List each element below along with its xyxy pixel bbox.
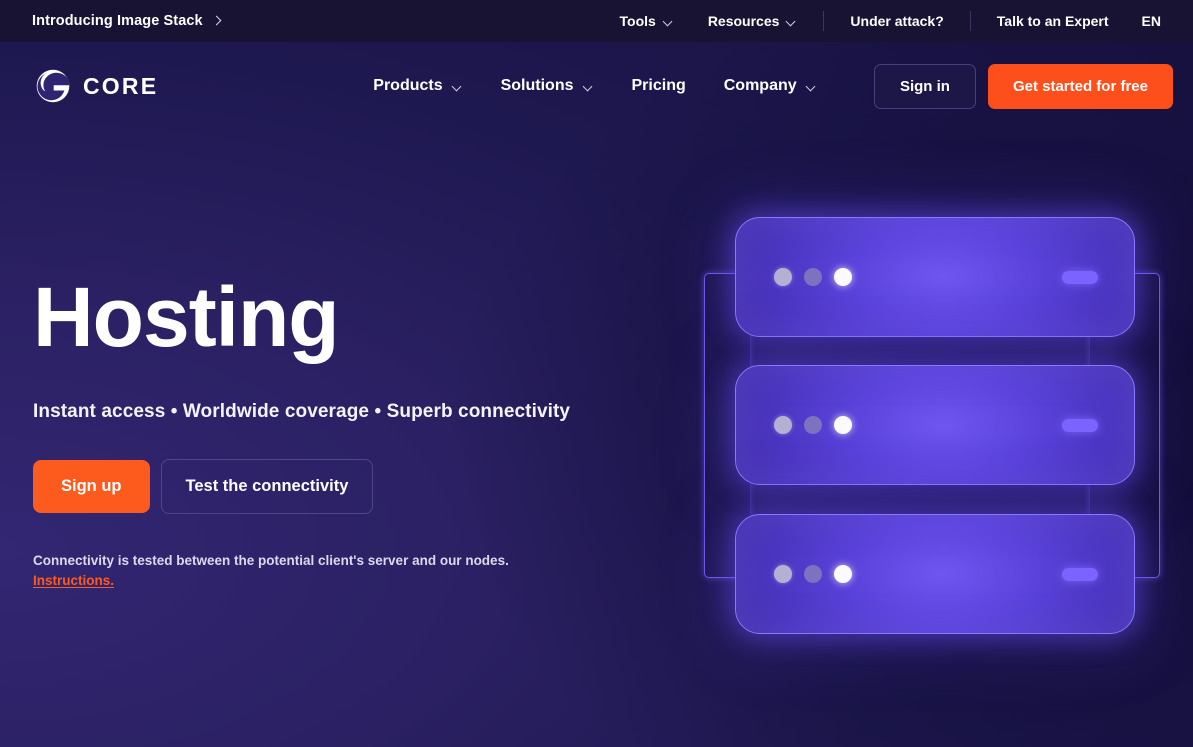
status-dot-dim-icon: [804, 416, 822, 434]
topbar-item-tools-label: Tools: [619, 13, 656, 29]
instructions-link[interactable]: Instructions.: [33, 571, 114, 591]
top-utility-nav: Tools Resources Under attack? Talk to an…: [603, 11, 1165, 31]
primary-nav: Products Solutions Pricing Company: [354, 77, 835, 95]
topbar-item-talk-to-expert-label: Talk to an Expert: [996, 13, 1109, 29]
nav-item-solutions[interactable]: Solutions: [482, 77, 613, 95]
main-header: CORE Products Solutions Pricing Company …: [0, 42, 1193, 130]
chevron-right-icon: [212, 17, 221, 26]
status-dot-dim-icon: [804, 268, 822, 286]
promo-banner-label: Introducing Image Stack: [32, 13, 203, 29]
server-indicator-pill: [1062, 418, 1098, 432]
server-indicator-pill: [1062, 270, 1098, 284]
hero-note: Connectivity is tested between the poten…: [33, 551, 653, 591]
brand-name: CORE: [83, 72, 159, 99]
server-indicator-pill: [1062, 567, 1098, 581]
status-dot-active-icon: [834, 416, 852, 434]
chevron-down-icon: [583, 83, 594, 90]
nav-item-company-label: Company: [723, 77, 797, 94]
chevron-down-icon: [452, 83, 463, 90]
status-dot-idle-icon: [774, 268, 792, 286]
nav-item-company[interactable]: Company: [705, 77, 836, 95]
sign-up-button[interactable]: Sign up: [33, 460, 150, 513]
status-dot-group: [774, 565, 852, 583]
server-node-card: [735, 365, 1135, 485]
nav-item-solutions-label: Solutions: [500, 77, 574, 94]
chevron-down-icon: [806, 83, 817, 90]
top-utility-bar: Introducing Image Stack Tools Resources …: [0, 0, 1193, 42]
chevron-down-icon: [663, 18, 674, 25]
hero-subtitle: Instant access • Worldwide coverage • Su…: [33, 401, 571, 422]
test-connectivity-button[interactable]: Test the connectivity: [160, 459, 374, 514]
hero-note-text: Connectivity is tested between the poten…: [33, 553, 509, 568]
topbar-item-resources[interactable]: Resources: [691, 13, 815, 29]
promo-banner-link[interactable]: Introducing Image Stack: [32, 13, 221, 29]
server-node-card: [735, 217, 1135, 337]
nav-item-pricing-label: Pricing: [631, 77, 686, 94]
hosting-landing-page: Introducing Image Stack Tools Resources …: [0, 0, 1193, 747]
status-dot-group: [774, 268, 852, 286]
nav-item-products[interactable]: Products: [354, 77, 481, 95]
server-node-card: [735, 514, 1135, 634]
topbar-item-under-attack-label: Under attack?: [850, 13, 944, 29]
server-rack-illustration: [690, 195, 1190, 655]
gcore-g-logo-icon: [36, 69, 70, 103]
header-actions: Sign in Get started for free: [873, 63, 1173, 109]
status-dot-group: [774, 416, 852, 434]
hero-button-group: Sign up Test the connectivity: [33, 459, 653, 514]
get-started-button[interactable]: Get started for free: [987, 63, 1173, 109]
status-dot-idle-icon: [774, 565, 792, 583]
brand-logo[interactable]: CORE: [36, 69, 158, 103]
nav-item-pricing[interactable]: Pricing: [613, 77, 705, 95]
page-title: Hosting: [33, 270, 340, 364]
divider: [969, 11, 971, 31]
status-dot-idle-icon: [774, 416, 792, 434]
nav-item-products-label: Products: [373, 77, 443, 94]
status-dot-dim-icon: [804, 565, 822, 583]
chevron-down-icon: [786, 18, 797, 25]
topbar-item-under-attack[interactable]: Under attack?: [833, 13, 960, 29]
status-dot-active-icon: [834, 565, 852, 583]
topbar-item-tools[interactable]: Tools: [603, 13, 691, 29]
divider: [823, 11, 825, 31]
topbar-item-talk-to-expert[interactable]: Talk to an Expert: [980, 13, 1126, 29]
topbar-item-resources-label: Resources: [707, 13, 780, 29]
sign-in-button[interactable]: Sign in: [873, 63, 976, 109]
language-selector[interactable]: EN: [1126, 13, 1165, 29]
status-dot-active-icon: [834, 268, 852, 286]
hero-section: Hosting Instant access • Worldwide cover…: [33, 275, 653, 591]
